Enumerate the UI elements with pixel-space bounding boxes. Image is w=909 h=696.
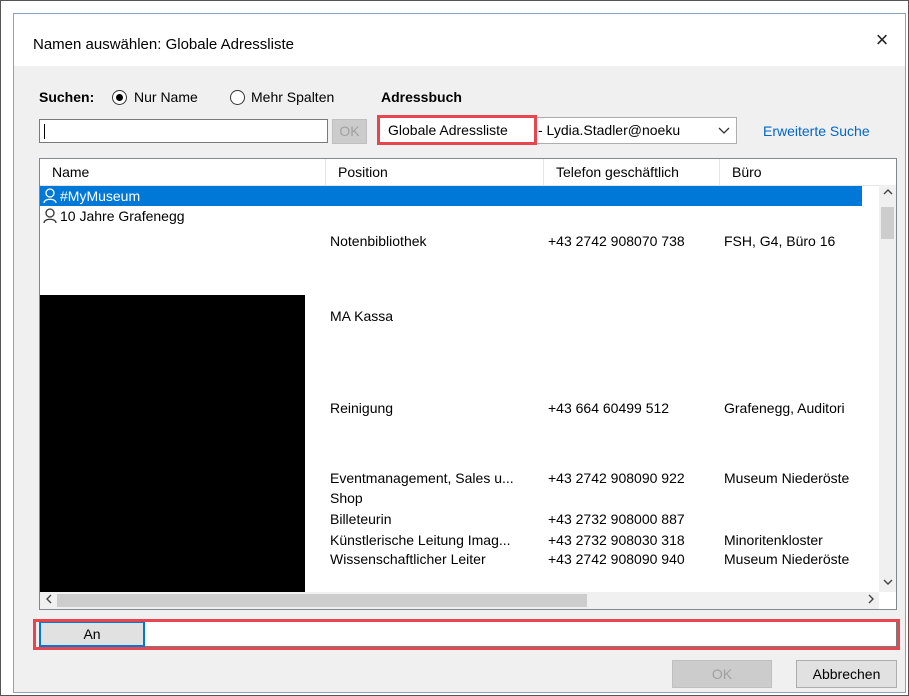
dialog-title: Namen auswählen: Globale Adressliste xyxy=(33,36,294,53)
cancel-button[interactable]: Abbrechen xyxy=(796,660,897,688)
row-name: 10 Jahre Grafenegg xyxy=(60,208,185,224)
row-office: FSH, G4, Büro 16 xyxy=(724,233,836,249)
close-icon[interactable]: × xyxy=(871,29,893,51)
row-position: Billeteurin xyxy=(330,511,392,527)
row-position: Notenbibliothek xyxy=(330,233,427,249)
column-header-office[interactable]: Büro xyxy=(720,159,896,185)
row-office: Minoritenkloster xyxy=(724,532,823,548)
list-row[interactable]: Notenbibliothek +43 2742 908070 738 FSH,… xyxy=(40,231,862,251)
highlight-box-recipients xyxy=(33,619,900,650)
title-bar: Namen auswählen: Globale Adressliste × xyxy=(14,14,905,66)
scroll-down-icon[interactable] xyxy=(879,575,896,592)
column-header-name[interactable]: Name xyxy=(40,159,326,185)
scroll-left-icon[interactable] xyxy=(40,592,57,609)
row-phone: +43 2742 908070 738 xyxy=(548,233,685,249)
row-phone: +43 2732 908030 318 xyxy=(548,532,685,548)
dialog-body: Suchen: Nur Name Mehr Spalten Adressbuch… xyxy=(14,66,905,692)
person-icon xyxy=(43,208,57,224)
vertical-scrollbar[interactable] xyxy=(879,185,896,592)
row-phone: +43 2742 908090 940 xyxy=(548,551,685,565)
text-caret xyxy=(44,124,45,139)
person-icon xyxy=(43,188,57,204)
list-row[interactable]: #MyMuseum xyxy=(40,186,862,206)
highlight-box-addressbook xyxy=(377,115,537,145)
radio-more-columns-label[interactable]: Mehr Spalten xyxy=(251,89,334,105)
search-input[interactable] xyxy=(39,119,328,143)
row-office: Museum Niederöste xyxy=(724,470,850,486)
horizontal-scroll-thumb[interactable] xyxy=(57,594,587,607)
row-phone: +43 2732 908000 887 xyxy=(548,511,685,527)
vertical-scroll-thumb[interactable] xyxy=(881,207,894,239)
row-position: Reinigung xyxy=(330,400,394,416)
column-header-phone[interactable]: Telefon geschäftlich xyxy=(544,159,720,185)
column-header-position[interactable]: Position xyxy=(326,159,544,185)
redaction-block xyxy=(40,295,305,609)
row-position: MA Kassa xyxy=(330,308,394,324)
radio-name-only-label[interactable]: Nur Name xyxy=(134,89,198,105)
screenshot-frame: Namen auswählen: Globale Adressliste × S… xyxy=(0,0,909,696)
addressbook-label: Adressbuch xyxy=(381,89,462,105)
list-header: Name Position Telefon geschäftlich Büro xyxy=(40,159,896,186)
advanced-search-link[interactable]: Erweiterte Suche xyxy=(763,123,870,139)
row-phone: +43 664 60499 512 xyxy=(548,400,670,416)
row-office: Museum Niederöste xyxy=(724,551,850,565)
ok-button[interactable]: OK xyxy=(672,660,772,688)
search-ok-button[interactable]: OK xyxy=(332,119,367,144)
row-office: Grafenegg, Auditori xyxy=(724,400,845,416)
row-position: Shop xyxy=(330,490,363,506)
radio-more-columns[interactable] xyxy=(230,90,245,105)
row-name: #MyMuseum xyxy=(60,188,141,204)
address-list[interactable]: Name Position Telefon geschäftlich Büro … xyxy=(39,158,897,610)
row-phone: +43 2742 908090 922 xyxy=(548,470,685,486)
chevron-down-icon xyxy=(718,123,730,140)
select-names-dialog: Namen auswählen: Globale Adressliste × S… xyxy=(13,13,906,693)
horizontal-scrollbar[interactable] xyxy=(40,592,879,609)
row-position: Künstlerische Leitung Imag... xyxy=(330,532,511,548)
row-position: Wissenschaftlicher Leiter xyxy=(330,551,486,565)
radio-name-only[interactable] xyxy=(112,90,127,105)
scroll-up-icon[interactable] xyxy=(879,185,896,202)
row-position: Eventmanagement, Sales u... xyxy=(330,470,514,486)
search-label: Suchen: xyxy=(39,89,95,105)
list-row[interactable]: 10 Jahre Grafenegg xyxy=(40,206,862,226)
scroll-right-icon[interactable] xyxy=(862,592,879,609)
addressbook-account: - Lydia.Stadler@noeku xyxy=(538,122,681,138)
